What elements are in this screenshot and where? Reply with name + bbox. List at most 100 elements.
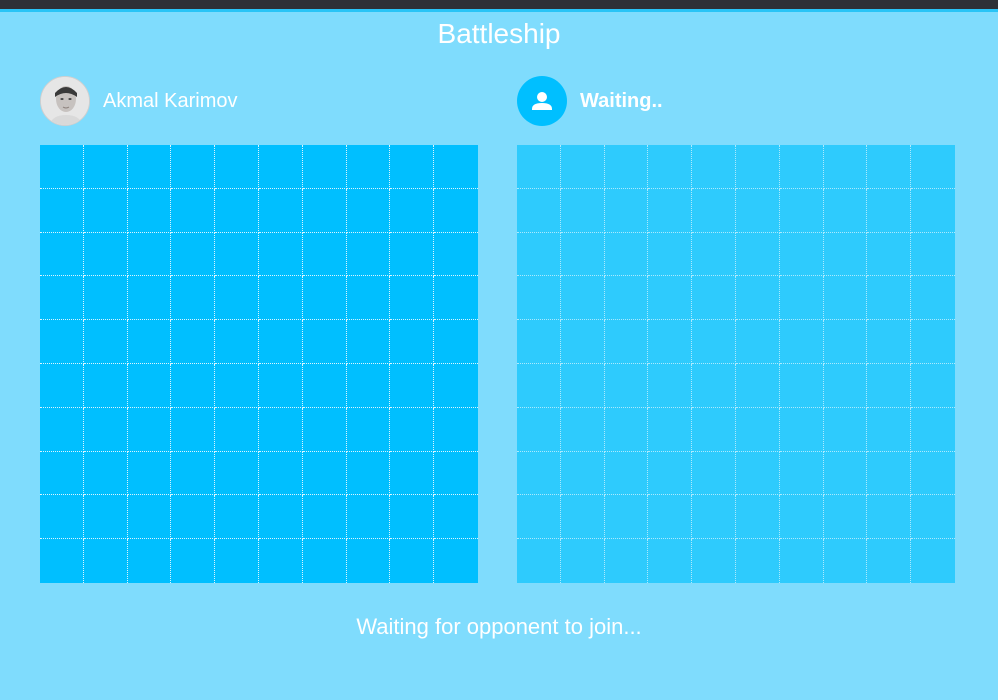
- board-cell[interactable]: [171, 188, 216, 233]
- board-cell[interactable]: [40, 495, 84, 540]
- board-cell[interactable]: [867, 539, 912, 583]
- board-cell[interactable]: [346, 232, 391, 277]
- board-cell[interactable]: [171, 363, 216, 408]
- board-cell[interactable]: [390, 495, 435, 540]
- board-cell[interactable]: [171, 451, 216, 496]
- board-cell[interactable]: [83, 363, 128, 408]
- board-cell[interactable]: [346, 495, 391, 540]
- board-cell[interactable]: [779, 363, 824, 408]
- board-cell[interactable]: [390, 451, 435, 496]
- board-cell[interactable]: [648, 232, 693, 277]
- board-cell[interactable]: [911, 539, 955, 583]
- board-cell[interactable]: [83, 276, 128, 321]
- board-cell[interactable]: [215, 539, 259, 583]
- board-cell[interactable]: [648, 539, 693, 583]
- board-cell[interactable]: [911, 189, 955, 233]
- board-cell[interactable]: [560, 276, 605, 321]
- board-cell[interactable]: [604, 188, 649, 233]
- board-cell[interactable]: [648, 363, 693, 408]
- board-cell[interactable]: [302, 407, 347, 452]
- board-cell[interactable]: [867, 276, 912, 321]
- board-cell[interactable]: [604, 451, 649, 496]
- board-cell[interactable]: [648, 145, 693, 189]
- board-cell[interactable]: [40, 539, 84, 583]
- board-cell[interactable]: [215, 407, 259, 452]
- board-cell[interactable]: [259, 539, 303, 583]
- board-cell[interactable]: [347, 539, 391, 583]
- board-cell[interactable]: [823, 495, 868, 540]
- board-cell[interactable]: [258, 363, 303, 408]
- board-cell[interactable]: [735, 320, 780, 364]
- board-cell[interactable]: [561, 539, 605, 583]
- board-cell[interactable]: [648, 320, 693, 364]
- board-cell[interactable]: [735, 232, 780, 277]
- board-cell[interactable]: [735, 363, 780, 408]
- board-cell[interactable]: [911, 408, 955, 452]
- board-cell[interactable]: [434, 233, 478, 277]
- board-cell[interactable]: [302, 276, 347, 321]
- board-cell[interactable]: [605, 539, 649, 583]
- board-cell[interactable]: [911, 320, 955, 364]
- board-cell[interactable]: [127, 363, 172, 408]
- board-cell[interactable]: [434, 539, 478, 583]
- board-cell[interactable]: [390, 145, 435, 189]
- board-cell[interactable]: [823, 145, 868, 189]
- board-cell[interactable]: [911, 233, 955, 277]
- board-cell[interactable]: [692, 276, 736, 321]
- board-cell[interactable]: [84, 539, 128, 583]
- board-cell[interactable]: [779, 407, 824, 452]
- board-cell[interactable]: [83, 232, 128, 277]
- board-cell[interactable]: [302, 232, 347, 277]
- board-cell[interactable]: [911, 145, 955, 189]
- board-cell[interactable]: [434, 495, 478, 540]
- board-cell[interactable]: [867, 451, 912, 496]
- board-cell[interactable]: [127, 407, 172, 452]
- board-cell[interactable]: [40, 320, 84, 364]
- board-cell[interactable]: [171, 495, 216, 540]
- board-cell[interactable]: [215, 495, 259, 540]
- player-board[interactable]: [40, 145, 478, 583]
- board-cell[interactable]: [434, 145, 478, 189]
- board-cell[interactable]: [258, 188, 303, 233]
- board-cell[interactable]: [517, 539, 561, 583]
- board-cell[interactable]: [83, 407, 128, 452]
- board-cell[interactable]: [779, 495, 824, 540]
- board-cell[interactable]: [648, 276, 693, 321]
- board-cell[interactable]: [303, 539, 347, 583]
- board-cell[interactable]: [736, 539, 780, 583]
- board-cell[interactable]: [517, 188, 561, 233]
- board-cell[interactable]: [215, 276, 259, 321]
- board-cell[interactable]: [171, 276, 216, 321]
- board-cell[interactable]: [390, 232, 435, 277]
- board-cell[interactable]: [648, 495, 693, 540]
- board-cell[interactable]: [604, 320, 649, 364]
- board-cell[interactable]: [604, 407, 649, 452]
- board-cell[interactable]: [127, 451, 172, 496]
- board-cell[interactable]: [867, 320, 912, 364]
- board-cell[interactable]: [346, 145, 391, 189]
- board-cell[interactable]: [434, 320, 478, 364]
- board-cell[interactable]: [779, 276, 824, 321]
- board-cell[interactable]: [40, 407, 84, 452]
- board-cell[interactable]: [215, 363, 259, 408]
- board-cell[interactable]: [40, 188, 84, 233]
- board-cell[interactable]: [171, 232, 216, 277]
- board-cell[interactable]: [171, 407, 216, 452]
- board-cell[interactable]: [867, 145, 912, 189]
- board-cell[interactable]: [648, 451, 693, 496]
- board-cell[interactable]: [560, 320, 605, 364]
- board-cell[interactable]: [867, 188, 912, 233]
- board-cell[interactable]: [692, 363, 736, 408]
- board-cell[interactable]: [83, 451, 128, 496]
- board-cell[interactable]: [127, 320, 172, 364]
- board-cell[interactable]: [302, 451, 347, 496]
- board-cell[interactable]: [83, 495, 128, 540]
- board-cell[interactable]: [346, 276, 391, 321]
- board-cell[interactable]: [692, 539, 736, 583]
- board-cell[interactable]: [911, 495, 955, 540]
- board-cell[interactable]: [128, 539, 172, 583]
- board-cell[interactable]: [911, 276, 955, 321]
- board-cell[interactable]: [867, 363, 912, 408]
- board-cell[interactable]: [215, 232, 259, 277]
- board-cell[interactable]: [171, 320, 216, 364]
